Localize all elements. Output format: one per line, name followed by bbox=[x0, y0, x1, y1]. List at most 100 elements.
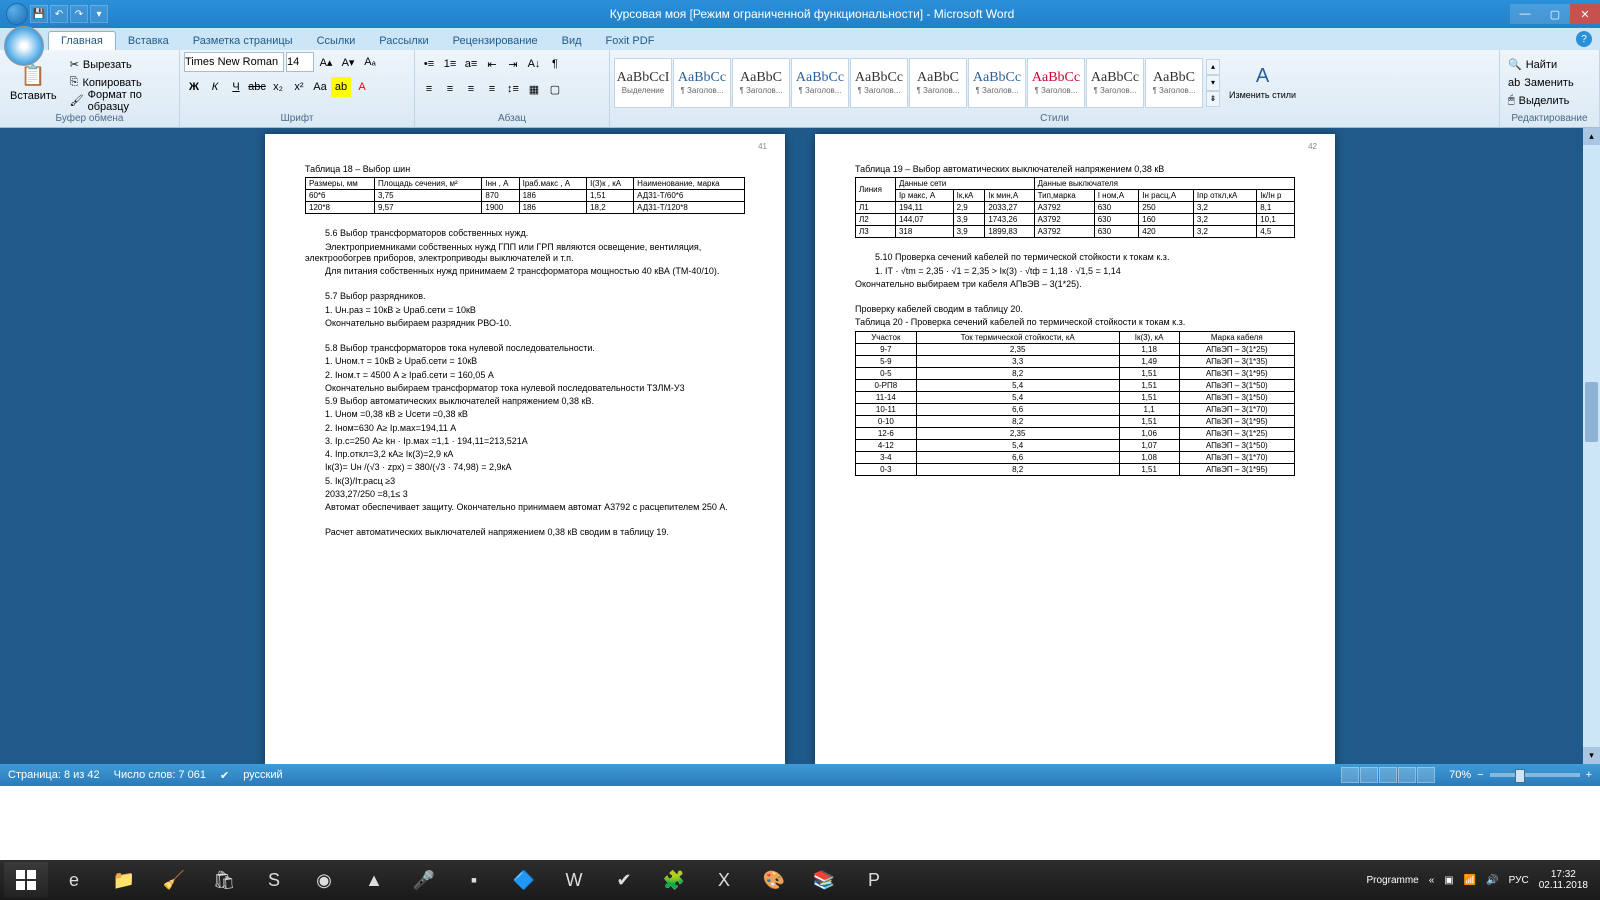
aimp-icon[interactable]: ▲ bbox=[350, 863, 398, 897]
print-layout-view[interactable] bbox=[1341, 767, 1359, 783]
save-button[interactable]: 💾 bbox=[30, 5, 48, 23]
paint-icon[interactable]: 🎨 bbox=[750, 863, 798, 897]
align-left-button[interactable]: ≡ bbox=[419, 79, 439, 99]
clear-format-button[interactable]: Aₐ bbox=[360, 52, 380, 72]
show-marks-button[interactable]: ¶ bbox=[545, 54, 565, 74]
shading-button[interactable]: ▦ bbox=[524, 79, 544, 99]
align-center-button[interactable]: ≡ bbox=[440, 79, 460, 99]
tab-insert[interactable]: Вставка bbox=[116, 32, 181, 50]
maximize-button[interactable]: ▢ bbox=[1540, 4, 1570, 24]
tab-foxit[interactable]: Foxit PDF bbox=[594, 32, 667, 50]
app1-icon[interactable]: 🔷 bbox=[500, 863, 548, 897]
web-layout-view[interactable] bbox=[1379, 767, 1397, 783]
explorer-icon[interactable]: 📁 bbox=[100, 863, 148, 897]
borders-button[interactable]: ▢ bbox=[545, 79, 565, 99]
network-icon[interactable]: 📶 bbox=[1464, 875, 1476, 886]
chrome-icon[interactable]: ◉ bbox=[300, 863, 348, 897]
zoom-out-button[interactable]: − bbox=[1477, 769, 1483, 781]
italic-button[interactable]: К bbox=[205, 77, 225, 97]
close-button[interactable]: ✕ bbox=[1570, 4, 1600, 24]
powerpoint-icon[interactable]: P bbox=[850, 863, 898, 897]
winrar-icon[interactable]: 📚 bbox=[800, 863, 848, 897]
cmd-icon[interactable]: ▪ bbox=[450, 863, 498, 897]
style-item[interactable]: AaBbCcIВыделение bbox=[614, 58, 672, 108]
excel-icon[interactable]: X bbox=[700, 863, 748, 897]
style-item[interactable]: AaBbCc¶ Заголов... bbox=[850, 58, 908, 108]
subscript-button[interactable]: x₂ bbox=[268, 77, 288, 97]
grow-font-button[interactable]: A▴ bbox=[316, 52, 336, 72]
scroll-up-button[interactable]: ▴ bbox=[1583, 128, 1600, 145]
dec-indent-button[interactable]: ⇤ bbox=[482, 54, 502, 74]
style-item[interactable]: AaBbCc¶ Заголов... bbox=[968, 58, 1026, 108]
word-count[interactable]: Число слов: 7 061 bbox=[114, 769, 206, 781]
zoom-level[interactable]: 70% bbox=[1449, 769, 1471, 781]
store-icon[interactable]: 🛍 bbox=[200, 863, 248, 897]
skype-icon[interactable]: S bbox=[250, 863, 298, 897]
align-right-button[interactable]: ≡ bbox=[461, 79, 481, 99]
line-spacing-button[interactable]: ↕≡ bbox=[503, 79, 523, 99]
help-button[interactable]: ? bbox=[1576, 31, 1592, 47]
programme-label[interactable]: Programme bbox=[1366, 875, 1418, 886]
qat-more-button[interactable]: ▾ bbox=[90, 5, 108, 23]
vertical-scrollbar[interactable]: ▴ ▾ bbox=[1583, 128, 1600, 764]
outline-view[interactable] bbox=[1398, 767, 1416, 783]
tab-mailings[interactable]: Рассылки bbox=[367, 32, 440, 50]
spellcheck-icon[interactable]: ✔ bbox=[220, 769, 229, 782]
multilevel-button[interactable]: a≡ bbox=[461, 54, 481, 74]
styles-more-button[interactable]: ⇟ bbox=[1206, 91, 1220, 107]
shrink-font-button[interactable]: A▾ bbox=[338, 52, 358, 72]
superscript-button[interactable]: x² bbox=[289, 77, 309, 97]
language-indicator[interactable]: русский bbox=[243, 769, 282, 781]
clock[interactable]: 17:32 02.11.2018 bbox=[1539, 869, 1588, 891]
font-color-button[interactable]: A bbox=[352, 77, 372, 97]
tray-chevron-icon[interactable]: « bbox=[1429, 875, 1435, 886]
bold-button[interactable]: Ж bbox=[184, 77, 204, 97]
change-case-button[interactable]: Aa bbox=[310, 77, 330, 97]
minimize-button[interactable]: — bbox=[1510, 4, 1540, 24]
bullets-button[interactable]: •≡ bbox=[419, 54, 439, 74]
redo-button[interactable]: ↷ bbox=[70, 5, 88, 23]
highlight-button[interactable]: ab bbox=[331, 77, 351, 97]
styles-gallery[interactable]: AaBbCcIВыделениеAaBbCc¶ Заголов...AaBbC¶… bbox=[614, 58, 1203, 108]
start-button[interactable] bbox=[4, 862, 48, 898]
style-item[interactable]: AaBbCc¶ Заголов... bbox=[1086, 58, 1144, 108]
inc-indent-button[interactable]: ⇥ bbox=[503, 54, 523, 74]
page-indicator[interactable]: Страница: 8 из 42 bbox=[8, 769, 100, 781]
strike-button[interactable]: abc bbox=[247, 77, 267, 97]
tab-review[interactable]: Рецензирование bbox=[441, 32, 550, 50]
replace-button[interactable]: abЗаменить bbox=[1504, 74, 1578, 91]
justify-button[interactable]: ≡ bbox=[482, 79, 502, 99]
volume-icon[interactable]: 🔊 bbox=[1486, 875, 1498, 886]
style-item[interactable]: AaBbCc¶ Заголов... bbox=[791, 58, 849, 108]
style-item[interactable]: AaBbC¶ Заголов... bbox=[732, 58, 790, 108]
style-item[interactable]: AaBbCc¶ Заголов... bbox=[673, 58, 731, 108]
tab-references[interactable]: Ссылки bbox=[305, 32, 368, 50]
tab-home[interactable]: Главная bbox=[48, 31, 116, 50]
scroll-down-button[interactable]: ▾ bbox=[1583, 747, 1600, 764]
undo-button[interactable]: ↶ bbox=[50, 5, 68, 23]
cut-button[interactable]: ✂Вырезать bbox=[66, 56, 175, 73]
select-button[interactable]: 🖱Выделить bbox=[1504, 92, 1578, 109]
document-area[interactable]: 41 Таблица 18 – Выбор шин Размеры, ммПло… bbox=[0, 128, 1600, 764]
change-styles-button[interactable]: A Изменить стили bbox=[1223, 63, 1302, 102]
ccleaner-icon[interactable]: 🧹 bbox=[150, 863, 198, 897]
style-item[interactable]: AaBbCc¶ Заголов... bbox=[1027, 58, 1085, 108]
find-button[interactable]: 🔍Найти bbox=[1504, 56, 1578, 73]
font-size-input[interactable] bbox=[286, 52, 314, 72]
styles-down-button[interactable]: ▾ bbox=[1206, 75, 1220, 91]
keyboard-lang[interactable]: РУС bbox=[1509, 875, 1529, 886]
zoom-slider[interactable] bbox=[1490, 773, 1580, 777]
tab-view[interactable]: Вид bbox=[550, 32, 594, 50]
office-button[interactable] bbox=[4, 26, 44, 66]
zoom-in-button[interactable]: + bbox=[1586, 769, 1592, 781]
style-item[interactable]: AaBbC¶ Заголов... bbox=[909, 58, 967, 108]
app3-icon[interactable]: 🧩 bbox=[650, 863, 698, 897]
font-name-input[interactable] bbox=[184, 52, 284, 72]
tab-layout[interactable]: Разметка страницы bbox=[181, 32, 305, 50]
tray-app-icon[interactable]: ▣ bbox=[1444, 875, 1453, 886]
ie-icon[interactable]: e bbox=[50, 863, 98, 897]
mic-icon[interactable]: 🎤 bbox=[400, 863, 448, 897]
styles-up-button[interactable]: ▴ bbox=[1206, 59, 1220, 75]
numbering-button[interactable]: 1≡ bbox=[440, 54, 460, 74]
paste-button[interactable]: 📋 Вставить bbox=[4, 61, 63, 104]
